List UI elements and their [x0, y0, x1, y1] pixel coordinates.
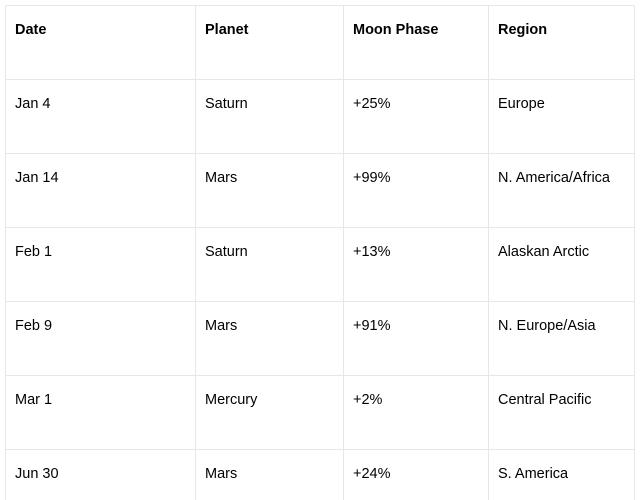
- cell-moon-phase-value: +99%: [353, 170, 391, 186]
- cell-moon-phase-value: +25%: [353, 96, 391, 112]
- cell-moon-phase[interactable]: +2%: [343, 375, 489, 450]
- table-row[interactable]: Feb 9 Mars +91% N. Europe/Asia: [5, 301, 635, 376]
- cell-moon-phase-value: +24%: [353, 466, 391, 482]
- cell-planet-value: Saturn: [205, 244, 248, 260]
- cell-planet-value: Mars: [205, 318, 238, 334]
- cell-moon-phase-value: +2%: [353, 392, 383, 408]
- column-header-date-label: Date: [15, 22, 47, 38]
- cell-date[interactable]: Feb 9: [5, 301, 196, 376]
- cell-region[interactable]: Europe: [488, 79, 635, 154]
- cell-region[interactable]: Alaskan Arctic: [488, 227, 635, 302]
- cell-region-value: N. America/Africa: [498, 170, 610, 186]
- cell-planet[interactable]: Mars: [195, 153, 344, 228]
- column-header-planet[interactable]: Planet: [195, 5, 344, 80]
- cell-date[interactable]: Mar 1: [5, 375, 196, 450]
- column-header-region-label: Region: [498, 22, 548, 38]
- cell-region-value: S. America: [498, 466, 569, 482]
- cell-moon-phase[interactable]: +13%: [343, 227, 489, 302]
- cell-moon-phase[interactable]: +99%: [343, 153, 489, 228]
- table-row[interactable]: Jan 14 Mars +99% N. America/Africa: [5, 153, 635, 228]
- cell-region-value: Central Pacific: [498, 392, 592, 408]
- cell-region-value: Alaskan Arctic: [498, 244, 590, 260]
- cell-region[interactable]: Central Pacific: [488, 375, 635, 450]
- cell-date-value: Mar 1: [15, 392, 53, 408]
- cell-region-value: Europe: [498, 96, 545, 112]
- column-header-planet-label: Planet: [205, 22, 249, 38]
- table-header-row: Date Planet Moon Phase Region: [5, 5, 635, 80]
- cell-date-value: Feb 9: [15, 318, 53, 334]
- table-row[interactable]: Jan 4 Saturn +25% Europe: [5, 79, 635, 154]
- cell-date[interactable]: Jun 30: [5, 449, 196, 500]
- cell-moon-phase[interactable]: +91%: [343, 301, 489, 376]
- cell-region[interactable]: N. America/Africa: [488, 153, 635, 228]
- data-table: Date Planet Moon Phase Region Jan 4 Satu…: [5, 5, 635, 500]
- column-header-moon-phase-label: Moon Phase: [353, 22, 439, 38]
- table-row[interactable]: Mar 1 Mercury +2% Central Pacific: [5, 375, 635, 450]
- cell-date[interactable]: Feb 1: [5, 227, 196, 302]
- cell-planet[interactable]: Mars: [195, 449, 344, 500]
- cell-moon-phase[interactable]: +25%: [343, 79, 489, 154]
- table-canvas: Date Planet Moon Phase Region Jan 4 Satu…: [0, 0, 642, 500]
- cell-planet-value: Saturn: [205, 96, 248, 112]
- cell-planet[interactable]: Mercury: [195, 375, 344, 450]
- column-header-region[interactable]: Region: [488, 5, 635, 80]
- cell-planet[interactable]: Saturn: [195, 227, 344, 302]
- table-row[interactable]: Feb 1 Saturn +13% Alaskan Arctic: [5, 227, 635, 302]
- cell-region-value: N. Europe/Asia: [498, 318, 596, 334]
- cell-region[interactable]: N. Europe/Asia: [488, 301, 635, 376]
- column-header-date[interactable]: Date: [5, 5, 196, 80]
- cell-date-value: Jan 4: [15, 96, 51, 112]
- cell-planet-value: Mercury: [205, 392, 258, 408]
- cell-date[interactable]: Jan 14: [5, 153, 196, 228]
- cell-region[interactable]: S. America: [488, 449, 635, 500]
- cell-planet[interactable]: Saturn: [195, 79, 344, 154]
- cell-moon-phase-value: +13%: [353, 244, 391, 260]
- column-header-moon-phase[interactable]: Moon Phase: [343, 5, 489, 80]
- table-body: Jan 4 Saturn +25% Europe Jan 14 Mars +99…: [5, 79, 635, 500]
- cell-planet-value: Mars: [205, 170, 238, 186]
- cell-date-value: Feb 1: [15, 244, 53, 260]
- table-row[interactable]: Jun 30 Mars +24% S. America: [5, 449, 635, 500]
- cell-date-value: Jan 14: [15, 170, 59, 186]
- cell-date-value: Jun 30: [15, 466, 59, 482]
- cell-planet[interactable]: Mars: [195, 301, 344, 376]
- cell-planet-value: Mars: [205, 466, 238, 482]
- table-header: Date Planet Moon Phase Region: [5, 5, 635, 80]
- cell-moon-phase-value: +91%: [353, 318, 391, 334]
- cell-date[interactable]: Jan 4: [5, 79, 196, 154]
- cell-moon-phase[interactable]: +24%: [343, 449, 489, 500]
